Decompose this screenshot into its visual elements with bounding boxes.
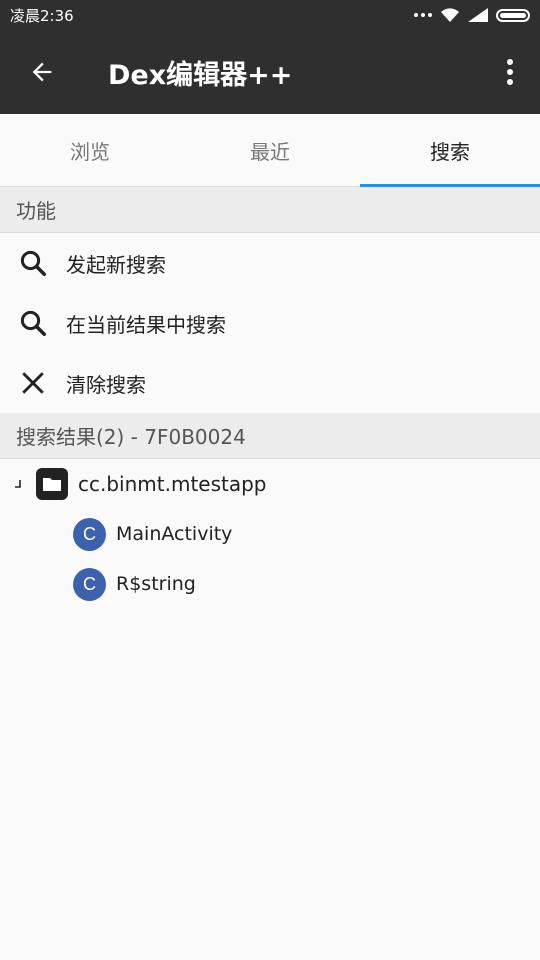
package-label: cc.binmt.mtestapp [78, 472, 267, 496]
search-icon [20, 250, 46, 276]
class-item[interactable]: C MainActivity [0, 509, 540, 559]
class-icon: C [73, 517, 106, 551]
status-time: 凌晨2:36 [10, 6, 74, 25]
status-icons [414, 7, 530, 23]
new-search-label: 发起新搜索 [66, 252, 166, 277]
wifi-icon [441, 8, 459, 22]
arrow-left-icon [32, 62, 52, 82]
search-in-results-label: 在当前结果中搜索 [66, 312, 226, 337]
clear-search-item[interactable]: 清除搜索 [0, 353, 540, 413]
folder-icon [36, 468, 68, 500]
clear-search-label: 清除搜索 [66, 372, 146, 397]
battery-icon [496, 8, 530, 22]
more-vert-icon [507, 59, 513, 85]
new-search-item[interactable]: 发起新搜索 [0, 233, 540, 293]
app-title: Dex编辑器++ [108, 59, 293, 91]
app-bar: Dex编辑器++ [0, 30, 540, 114]
tree-expanded-icon [15, 480, 21, 488]
search-in-results-item[interactable]: 在当前结果中搜索 [0, 293, 540, 353]
class-label: R$string [116, 573, 196, 595]
back-button[interactable] [0, 30, 84, 114]
class-label: MainActivity [116, 523, 233, 545]
tab-recent[interactable]: 最近 [180, 114, 360, 186]
functions-header: 功能 [0, 187, 540, 233]
status-bar: 凌晨2:36 [0, 0, 540, 30]
tree-toggle[interactable] [0, 479, 36, 489]
overflow-menu-button[interactable] [480, 30, 540, 114]
class-item[interactable]: C R$string [0, 559, 540, 609]
more-notifications-icon [414, 13, 432, 17]
signal-icon [468, 8, 488, 22]
tab-browse[interactable]: 浏览 [0, 114, 180, 186]
close-icon [22, 372, 44, 394]
results-header: 搜索结果(2) - 7F0B0024 [0, 413, 540, 459]
tab-bar: 浏览 最近 搜索 [0, 114, 540, 187]
class-icon: C [73, 567, 106, 601]
package-node[interactable]: cc.binmt.mtestapp [0, 459, 540, 509]
search-icon [20, 310, 46, 336]
tab-search[interactable]: 搜索 [360, 114, 540, 187]
